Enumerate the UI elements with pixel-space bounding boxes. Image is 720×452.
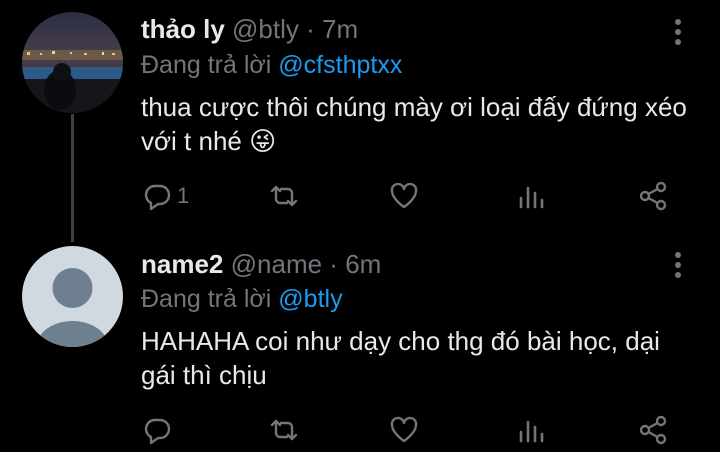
analytics-button[interactable] xyxy=(515,176,547,216)
retweet-button[interactable] xyxy=(268,176,300,216)
retweet-icon xyxy=(270,185,298,207)
replying-label: Đang trả lời xyxy=(141,51,272,79)
tweet-header: thảo ly @btly · 7m xyxy=(141,13,358,45)
like-icon xyxy=(390,182,418,209)
tweet-text-content: thua cược thôi chúng mày ơi loại đấy đứn… xyxy=(141,92,687,156)
handle[interactable]: @btly xyxy=(232,14,299,44)
separator: · xyxy=(306,14,315,44)
emoji: 😜 xyxy=(249,126,277,156)
tweet[interactable] xyxy=(0,240,720,452)
mention-link[interactable]: @cfsthptxx xyxy=(278,51,402,79)
analytics-icon xyxy=(519,186,544,209)
avatar[interactable] xyxy=(22,12,123,113)
replying-to: Đang trả lời @cfsthptxx xyxy=(141,49,402,81)
tweet[interactable]: thảo ly @btly · 7m Đang trả lời @cfsthpt… xyxy=(0,0,720,242)
timestamp[interactable]: 7m xyxy=(322,14,358,44)
share-icon xyxy=(639,181,667,211)
action-bar: 1 xyxy=(0,176,720,216)
tweet-text: thua cược thôi chúng mày ơi loại đấy đứn… xyxy=(141,90,691,158)
reply-count: 1 xyxy=(177,183,190,208)
like-button[interactable] xyxy=(388,176,420,216)
reply-button[interactable]: 1 xyxy=(141,176,189,216)
display-name[interactable]: thảo ly xyxy=(141,14,225,44)
reply-icon xyxy=(144,184,171,211)
share-button[interactable] xyxy=(637,176,669,216)
more-icon[interactable] xyxy=(668,16,688,48)
avatar[interactable] xyxy=(22,246,123,347)
